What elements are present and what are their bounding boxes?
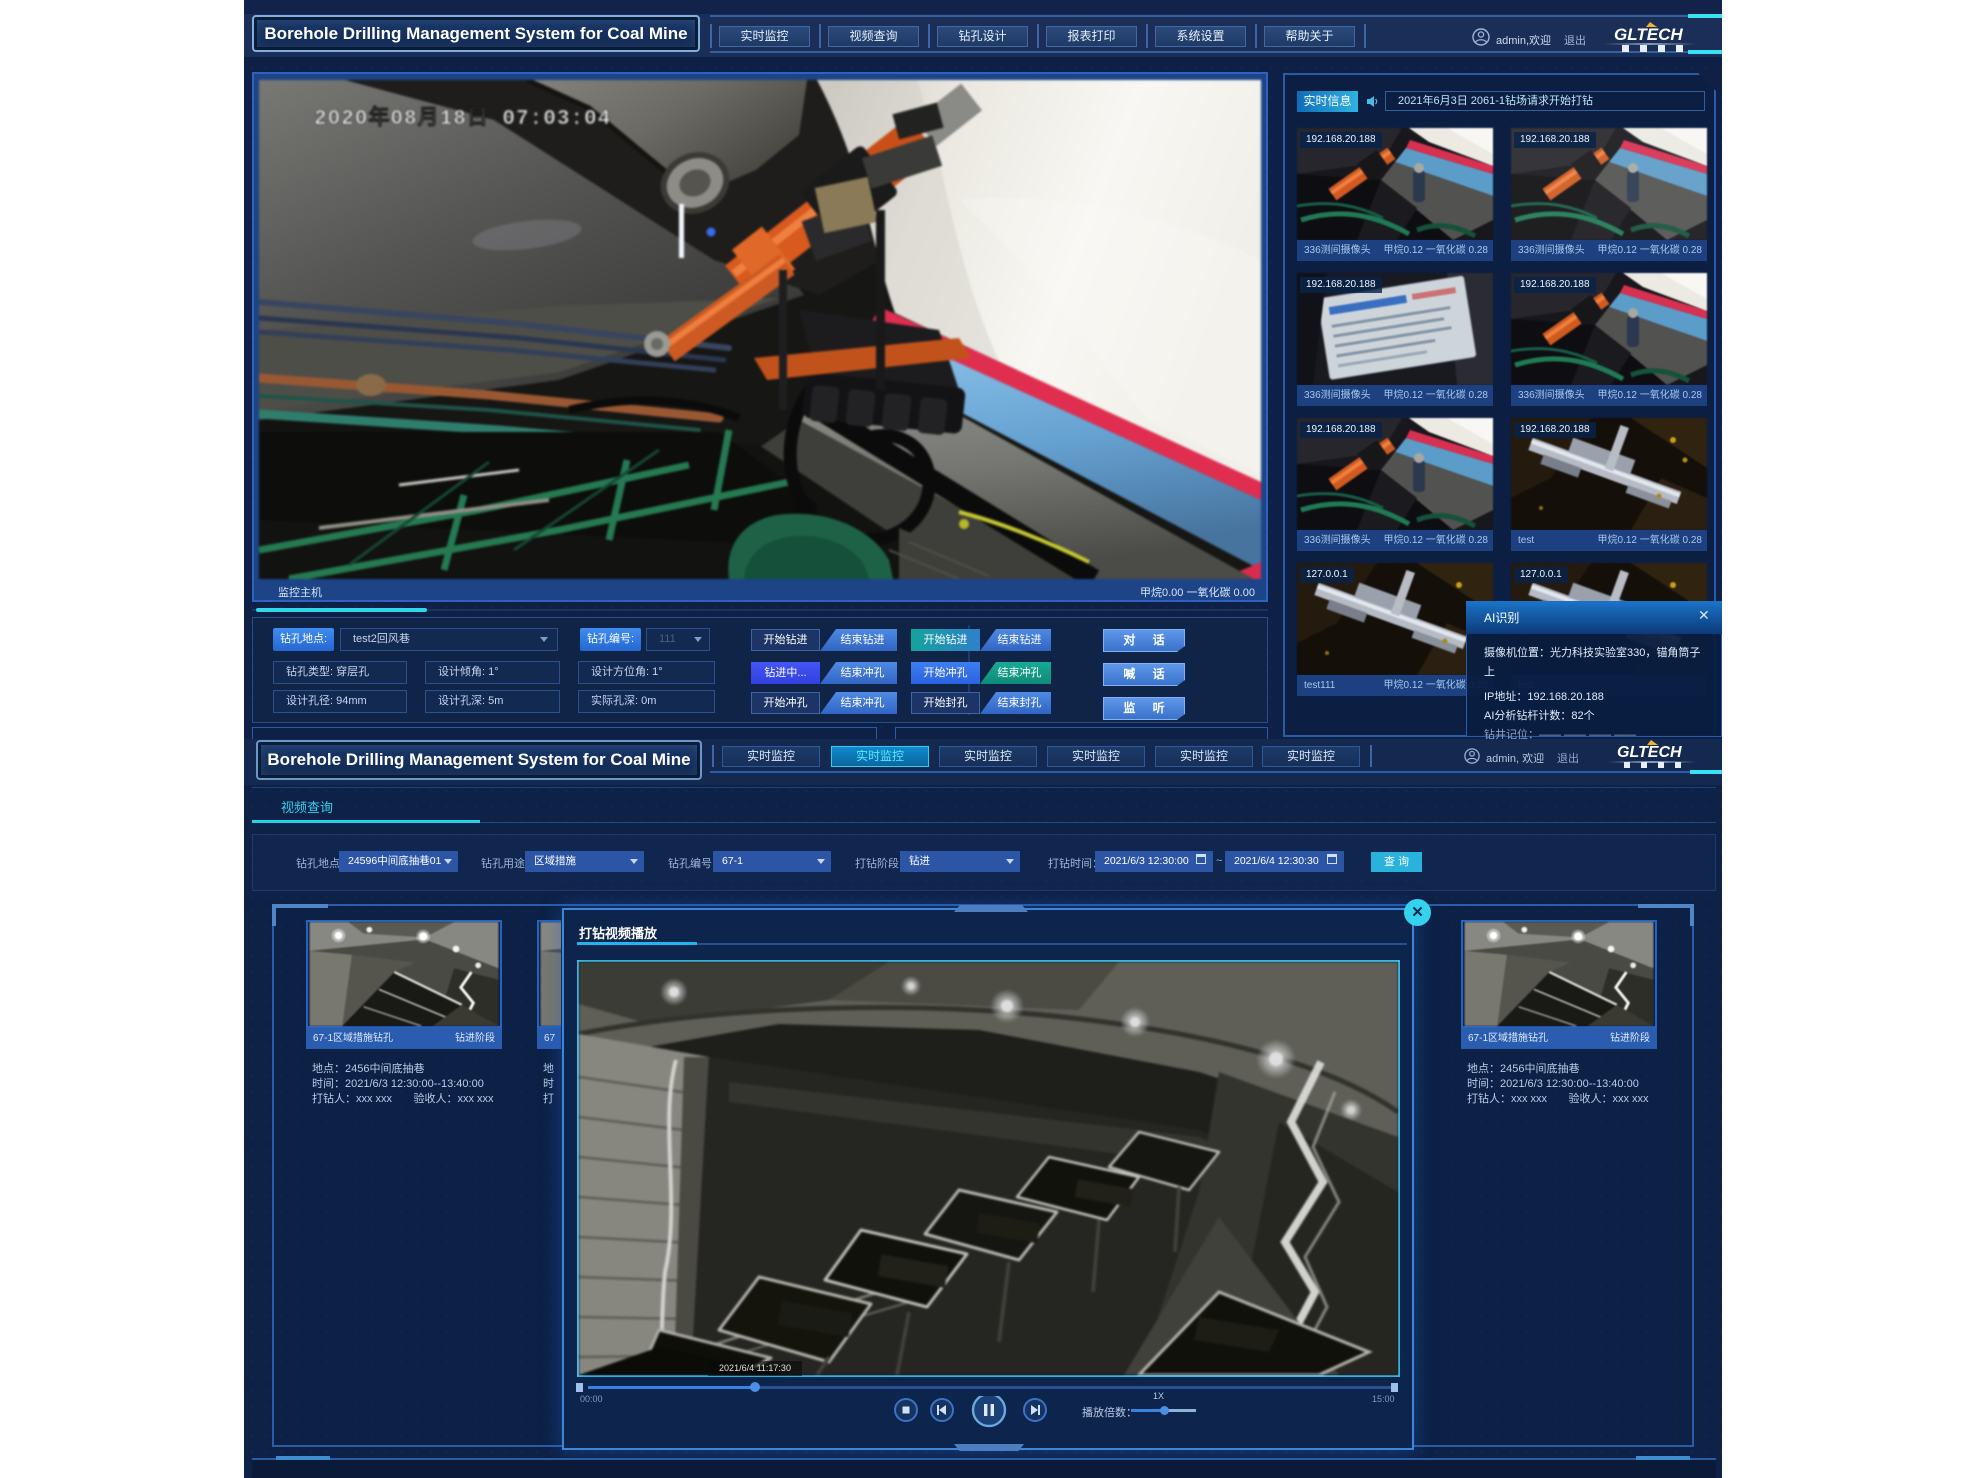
svg-text:2020年08月18日 07:03:04: 2020年08月18日 07:03:04 <box>314 105 611 131</box>
